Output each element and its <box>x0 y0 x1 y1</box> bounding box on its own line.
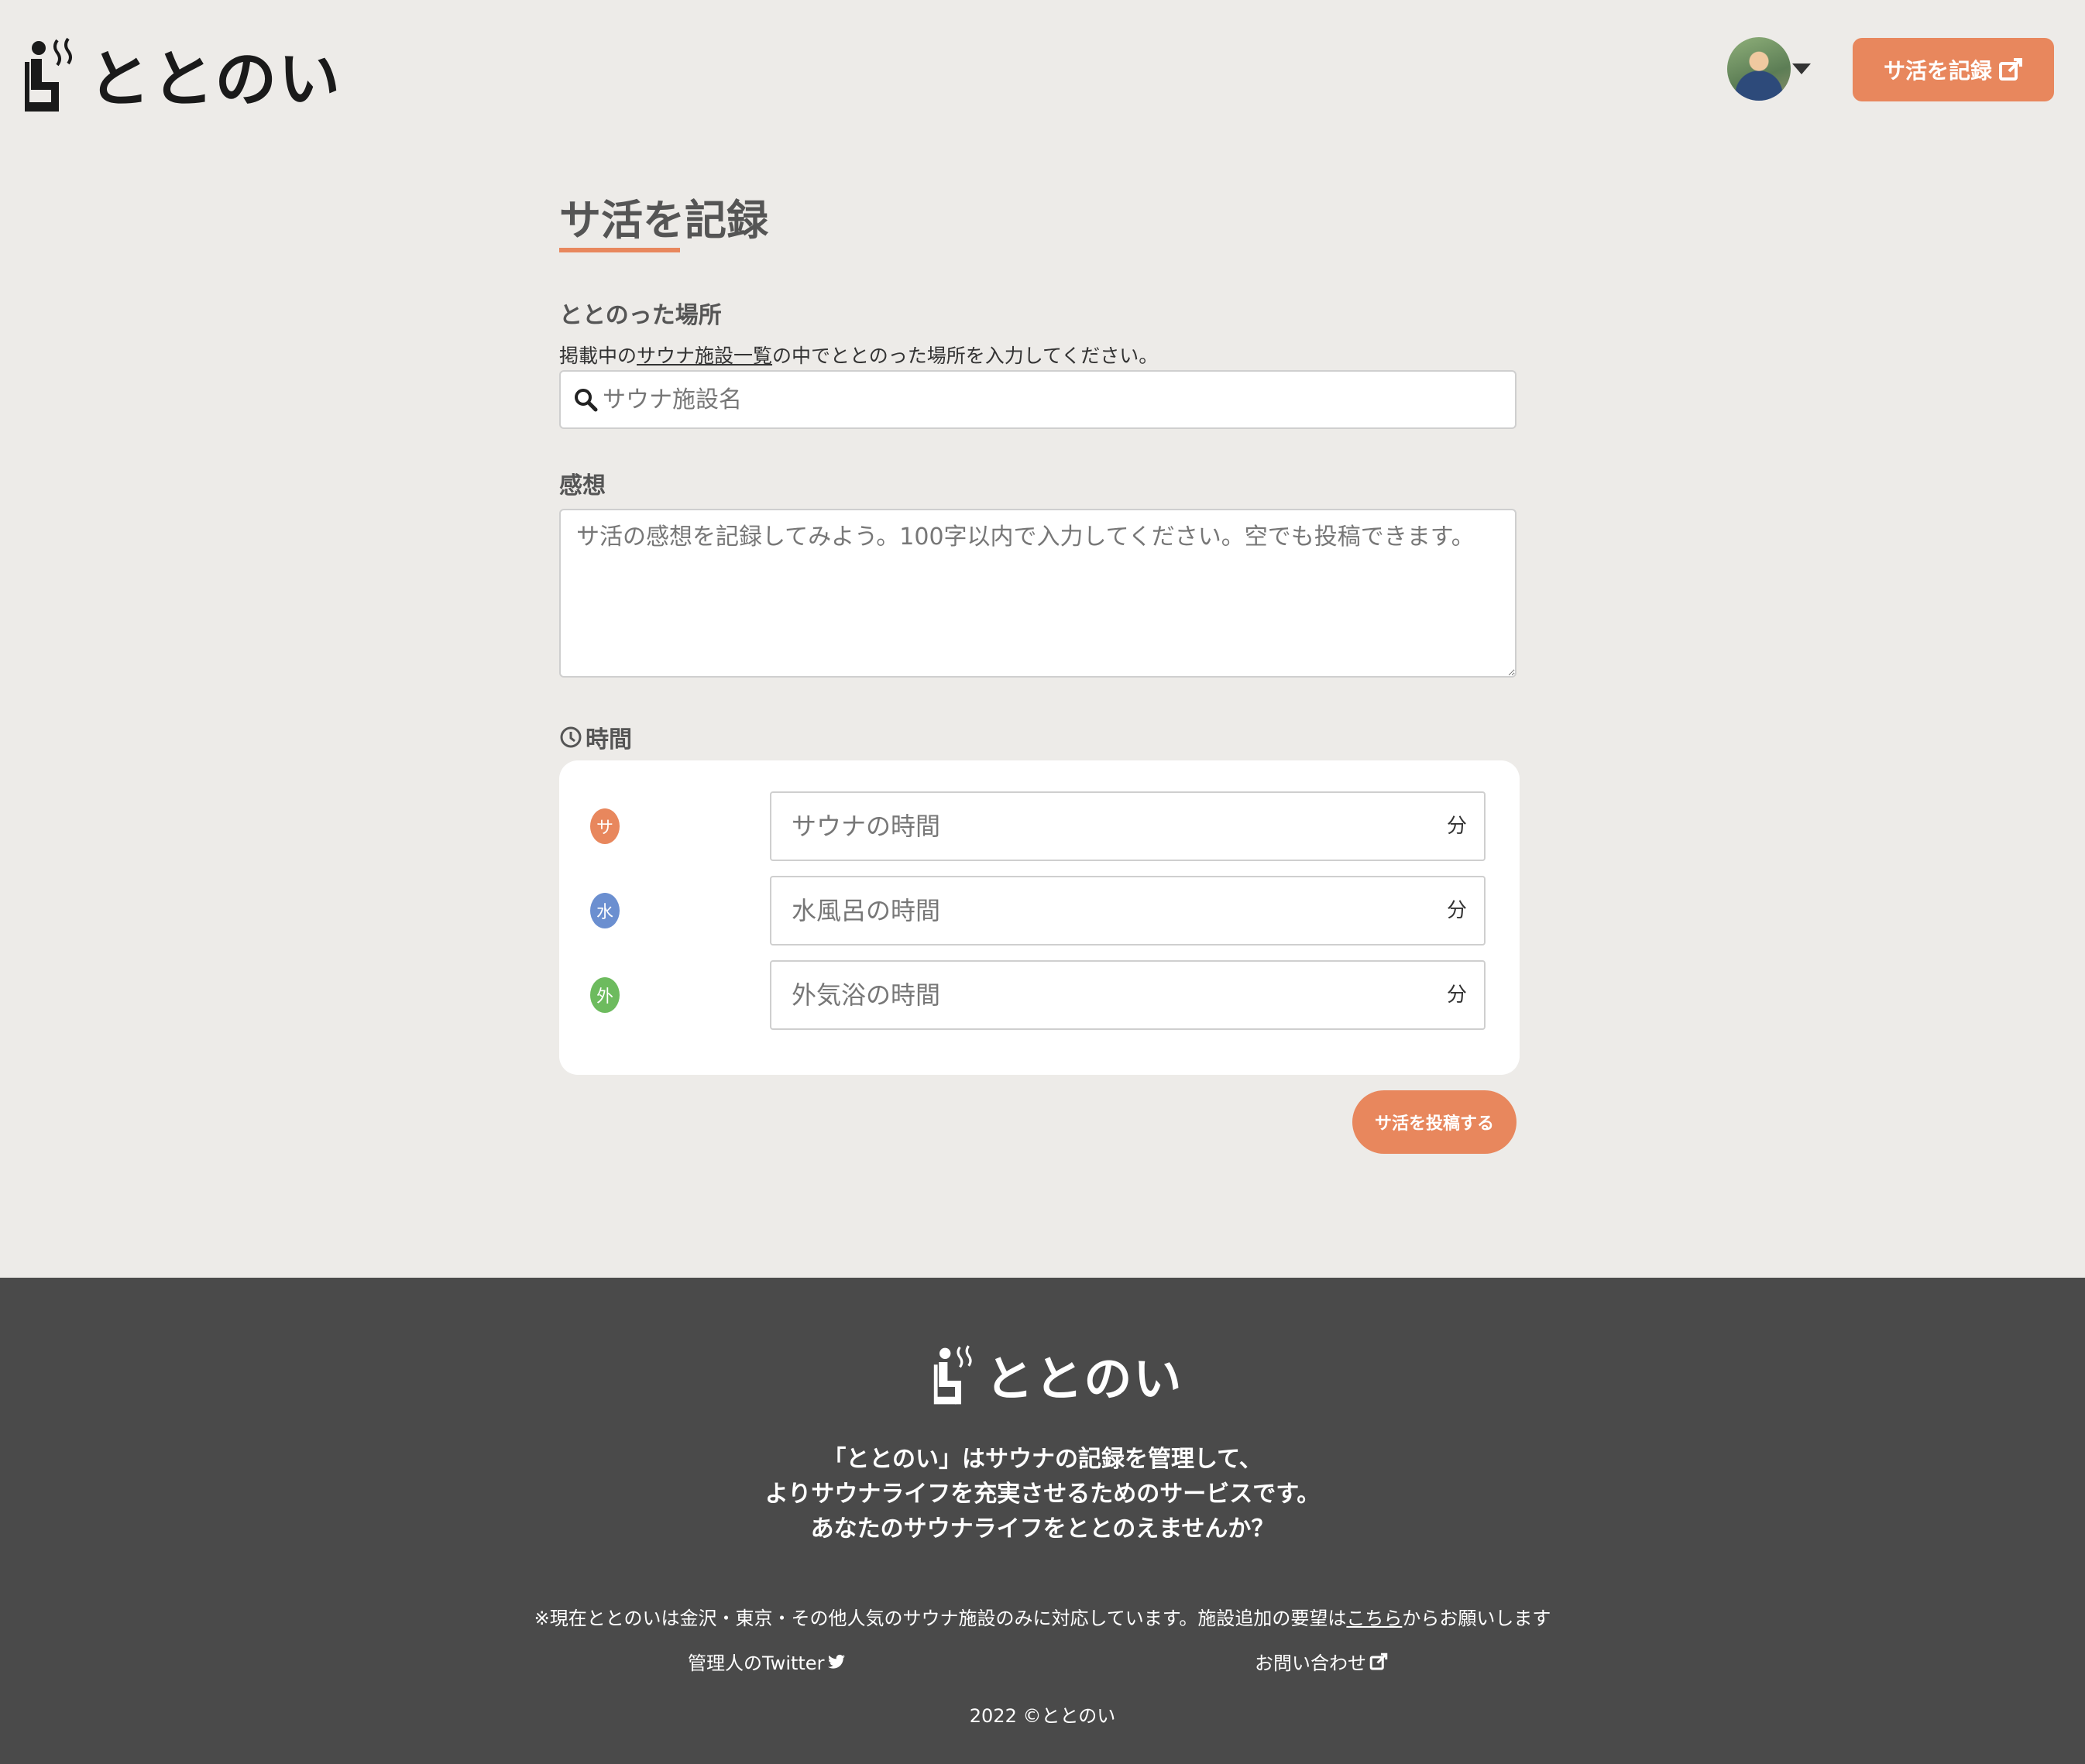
record-button[interactable]: サ活を記録 <box>1853 38 2054 101</box>
facility-request-link[interactable]: こちら <box>1346 1608 1402 1629</box>
note-prefix: ※現在ととのいは金沢・東京・その他人気のサウナ施設のみに対応しています。施設追加… <box>534 1608 1347 1629</box>
site-logo[interactable]: ととのい <box>23 29 342 119</box>
contact-link[interactable]: お問い合わせ <box>1255 1648 1388 1675</box>
place-label: ととのった場所 <box>559 302 722 329</box>
sauna-logo-icon <box>933 1345 972 1405</box>
time-card: サ 分 水 分 外 分 <box>559 760 1520 1075</box>
header: ととのい サ活を記録 <box>0 0 2085 139</box>
place-search-field[interactable] <box>559 370 1517 429</box>
minutes-unit: 分 <box>1446 899 1467 922</box>
help-prefix: 掲載中の <box>559 345 637 367</box>
place-search-input[interactable] <box>601 385 1515 414</box>
footer-logo[interactable]: ととのい <box>933 1340 1183 1409</box>
place-help-text: 掲載中のサウナ施設一覧の中でととのった場所を入力してください。 <box>559 341 1158 369</box>
minutes-unit: 分 <box>1446 815 1467 838</box>
footer: ととのい 「ととのい」はサウナの記録を管理して、 よりサウナライフを充実させるた… <box>0 1278 2085 1764</box>
outdoor-time-row: 外 分 <box>559 960 1520 1030</box>
impression-label: 感想 <box>559 472 606 499</box>
sauna-badge: サ <box>590 808 620 844</box>
footer-desc-line: 「ととのい」はサウナの記録を管理して、 <box>823 1446 1262 1473</box>
title-underline <box>559 248 680 252</box>
footer-logo-text: ととのい <box>985 1350 1183 1407</box>
logo-text: ととのい <box>88 43 342 115</box>
outdoor-time-input[interactable] <box>790 980 1447 1011</box>
footer-desc-line: あなたのサウナライフをととのえませんか？ <box>810 1515 1275 1543</box>
external-link-icon <box>1999 58 2022 81</box>
record-button-label: サ活を記録 <box>1883 58 1992 84</box>
time-label: 時間 <box>586 726 632 753</box>
water-time-input[interactable] <box>790 895 1447 926</box>
user-avatar[interactable] <box>1727 37 1791 101</box>
sauna-time-field[interactable]: 分 <box>770 791 1486 861</box>
outdoor-badge: 外 <box>590 977 620 1013</box>
note-suffix: からお願いします <box>1402 1608 1551 1629</box>
submit-button[interactable]: サ活を投稿する <box>1352 1090 1517 1154</box>
sauna-list-link[interactable]: サウナ施設一覧 <box>637 345 772 367</box>
footer-desc-line: よりサウナライフを充実させるためのサービスです。 <box>764 1481 1321 1508</box>
time-label-row: 時間 <box>559 720 632 754</box>
twitter-icon <box>828 1654 846 1669</box>
water-badge: 水 <box>590 893 620 928</box>
sauna-logo-icon <box>25 37 72 112</box>
water-time-row: 水 分 <box>559 876 1520 945</box>
minutes-unit: 分 <box>1446 983 1467 1007</box>
sauna-time-row: サ 分 <box>559 791 1520 861</box>
copyright: 2022 ©ととのい <box>969 1705 1116 1727</box>
clock-icon <box>560 726 582 748</box>
external-link-icon <box>1369 1652 1388 1670</box>
page-title: サ活を記録 <box>559 196 768 245</box>
twitter-link-label: 管理人のTwitter <box>688 1652 825 1674</box>
footer-note: ※現在ととのいは金沢・東京・その他人気のサウナ施設のみに対応しています。施設追加… <box>0 1603 2085 1630</box>
contact-link-label: お問い合わせ <box>1255 1652 1366 1674</box>
caret-down-icon[interactable] <box>1792 63 1811 74</box>
outdoor-time-field[interactable]: 分 <box>770 960 1486 1030</box>
water-time-field[interactable]: 分 <box>770 876 1486 945</box>
impression-textarea[interactable] <box>559 509 1517 678</box>
help-suffix: の中でととのった場所を入力してください。 <box>772 345 1159 367</box>
footer-description: 「ととのい」はサウナの記録を管理して、 よりサウナライフを充実させるためのサービ… <box>0 1442 2085 1546</box>
sauna-time-input[interactable] <box>790 811 1447 842</box>
twitter-link[interactable]: 管理人のTwitter <box>688 1648 846 1675</box>
search-icon <box>575 389 598 412</box>
